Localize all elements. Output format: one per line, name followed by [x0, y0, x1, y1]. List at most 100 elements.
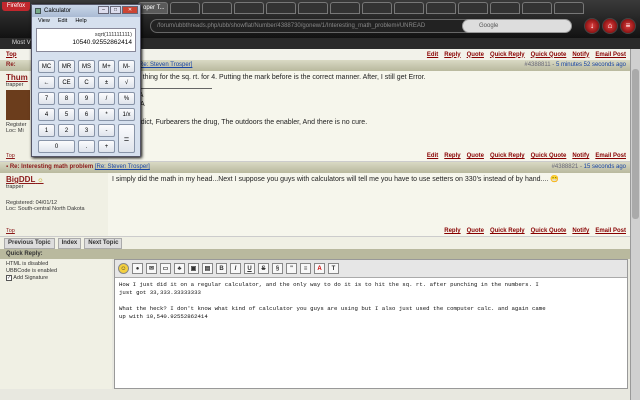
divide-key[interactable]: /	[98, 92, 115, 105]
plus-key[interactable]: +	[98, 140, 115, 153]
ce-key[interactable]: CE	[58, 76, 75, 89]
browser-tab-8[interactable]	[362, 2, 392, 14]
downloads-icon[interactable]: ↓	[584, 18, 600, 34]
quote-link[interactable]: Quote	[467, 228, 484, 234]
scrollbar-thumb[interactable]	[632, 69, 639, 219]
minimize-button[interactable]: –	[98, 6, 109, 14]
top-link[interactable]: Top	[6, 52, 17, 58]
email-post-link[interactable]: Email Post	[595, 52, 626, 58]
post-quote-ref[interactable]: [Re: Steven Trosper]	[95, 164, 150, 170]
globe-icon[interactable]: ●	[132, 263, 143, 274]
quick-reply-link[interactable]: Quick Reply	[490, 153, 525, 159]
notify-link[interactable]: Notify	[572, 153, 589, 159]
browser-tab-7[interactable]	[330, 2, 360, 14]
smiley-icon[interactable]: ☺	[118, 263, 129, 274]
ms-key[interactable]: MS	[78, 60, 95, 73]
add-signature-option[interactable]: ✓ Add Signature	[6, 275, 106, 282]
browser-tab-10[interactable]	[426, 2, 456, 14]
search-bar[interactable]: Google	[462, 19, 572, 33]
reply-link[interactable]: Reply	[444, 153, 460, 159]
calculator-titlebar[interactable]: Calculator – □ ✕	[32, 5, 140, 17]
edit-link[interactable]: Edit	[427, 153, 438, 159]
underline-button[interactable]: U	[244, 263, 255, 274]
menu-edit[interactable]: Edit	[58, 17, 67, 26]
video-icon[interactable]: ▣	[188, 263, 199, 274]
browser-tab-4[interactable]	[234, 2, 264, 14]
previous-topic-button[interactable]: Previous Topic	[4, 237, 55, 249]
quote-link[interactable]: Quote	[467, 153, 484, 159]
font-size-icon[interactable]: T	[328, 263, 339, 274]
firefox-menu-button[interactable]: Firefox	[2, 2, 30, 11]
key-3[interactable]: 3	[78, 124, 95, 137]
c-key[interactable]: C	[78, 76, 95, 89]
key-6[interactable]: 6	[78, 108, 95, 121]
align-icon[interactable]: ≡	[300, 263, 311, 274]
author-name[interactable]: BigDDL ☺	[6, 175, 102, 184]
font-color-icon[interactable]: A	[314, 263, 325, 274]
decimal-key[interactable]: .	[78, 140, 95, 153]
email-post-link[interactable]: Email Post	[595, 228, 626, 234]
backspace-key[interactable]: ←	[38, 76, 55, 89]
multiply-key[interactable]: *	[98, 108, 115, 121]
italic-button[interactable]: I	[230, 263, 241, 274]
browser-tab-3[interactable]	[202, 2, 232, 14]
reply-editor[interactable]: ☺ ● ✉ ▭ ♣ ▣ ▤ B I U S § " ≡ A T How I ju…	[114, 259, 628, 389]
bold-button[interactable]: B	[216, 263, 227, 274]
plus-minus-key[interactable]: ±	[98, 76, 115, 89]
menu-help[interactable]: Help	[75, 17, 86, 26]
bookmark-most-visited[interactable]: Most V	[12, 40, 31, 46]
email-icon[interactable]: ✉	[146, 263, 157, 274]
browser-tab-9[interactable]	[394, 2, 424, 14]
percent-key[interactable]: %	[118, 92, 135, 105]
browser-tab[interactable]: oper T...	[138, 2, 168, 14]
m-plus-key[interactable]: M+	[98, 60, 115, 73]
quick-quote-link[interactable]: Quick Quote	[531, 228, 567, 234]
key-2[interactable]: 2	[58, 124, 75, 137]
list-icon[interactable]: ▤	[202, 263, 213, 274]
top-link[interactable]: Top	[6, 153, 15, 159]
browser-tab-2[interactable]	[170, 2, 200, 14]
key-5[interactable]: 5	[58, 108, 75, 121]
reply-link[interactable]: Reply	[444, 52, 460, 58]
key-9[interactable]: 9	[78, 92, 95, 105]
image-icon[interactable]: ▭	[160, 263, 171, 274]
edit-link[interactable]: Edit	[427, 52, 438, 58]
browser-tab-12[interactable]	[490, 2, 520, 14]
minus-key[interactable]: -	[98, 124, 115, 137]
maximize-button[interactable]: □	[110, 6, 121, 14]
menu-icon[interactable]: ≡	[620, 18, 636, 34]
m-minus-key[interactable]: M-	[118, 60, 135, 73]
browser-tab-6[interactable]	[298, 2, 328, 14]
close-button[interactable]: ✕	[122, 6, 138, 14]
quick-reply-link[interactable]: Quick Reply	[490, 228, 525, 234]
home-icon[interactable]: ⌂	[602, 18, 618, 34]
reciprocal-key[interactable]: 1/x	[118, 108, 135, 121]
index-button[interactable]: Index	[57, 237, 82, 249]
key-4[interactable]: 4	[38, 108, 55, 121]
browser-tab-11[interactable]	[458, 2, 488, 14]
post-quote-ref[interactable]: [Re: Steven Trosper]	[137, 62, 192, 68]
checkbox[interactable]: ✓	[6, 275, 12, 281]
top-link[interactable]: Top	[6, 228, 15, 234]
mc-key[interactable]: MC	[38, 60, 55, 73]
url-bar[interactable]: /forum/ubbthreads.php/ubb/showflat/Numbe…	[150, 19, 480, 33]
menu-view[interactable]: View	[38, 17, 50, 26]
equals-key[interactable]: =	[118, 124, 135, 153]
scrollbar[interactable]	[630, 49, 640, 400]
quote-link[interactable]: Quote	[467, 52, 484, 58]
reply-link[interactable]: Reply	[444, 228, 460, 234]
browser-tab-5[interactable]	[266, 2, 296, 14]
sqrt-key[interactable]: √	[118, 76, 135, 89]
key-7[interactable]: 7	[38, 92, 55, 105]
notify-link[interactable]: Notify	[572, 228, 589, 234]
quick-quote-link[interactable]: Quick Quote	[531, 52, 567, 58]
key-8[interactable]: 8	[58, 92, 75, 105]
browser-tab-13[interactable]	[522, 2, 552, 14]
post-subject[interactable]: Re: Interesting math problem	[10, 164, 93, 170]
next-topic-button[interactable]: Next Topic	[84, 237, 123, 249]
key-1[interactable]: 1	[38, 124, 55, 137]
post-subject[interactable]: Re:	[6, 62, 16, 68]
strike-button[interactable]: S	[258, 263, 269, 274]
quote-icon[interactable]: "	[286, 263, 297, 274]
quick-reply-link[interactable]: Quick Reply	[490, 52, 525, 58]
